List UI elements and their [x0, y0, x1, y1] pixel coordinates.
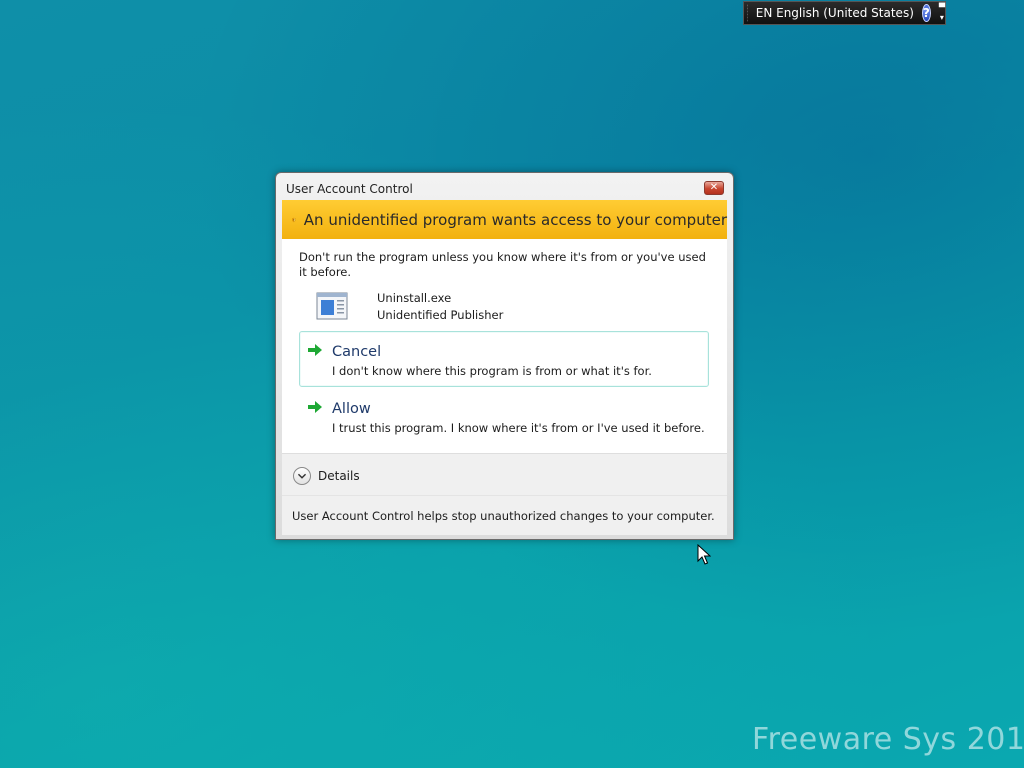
- options-arrow-glyph: ▾: [939, 13, 944, 22]
- shield-warning-icon: [292, 217, 296, 222]
- cancel-button[interactable]: Cancel I don't know where this program i…: [299, 331, 709, 387]
- chevron-down-icon[interactable]: [293, 467, 311, 485]
- green-arrow-icon: [308, 401, 322, 413]
- program-name: Uninstall.exe: [377, 291, 452, 305]
- program-icon: [316, 292, 348, 320]
- warning-text: Don't run the program unless you know wh…: [299, 250, 706, 279]
- details-toggle[interactable]: Details: [282, 453, 727, 495]
- cancel-description: I don't know where this program is from …: [332, 364, 652, 378]
- input-language-label[interactable]: EN English (United States): [756, 6, 914, 20]
- dialog-titlebar[interactable]: User Account Control ✕: [276, 173, 733, 199]
- help-icon[interactable]: ?: [921, 4, 931, 22]
- warning-banner: An unidentified program wants access to …: [282, 200, 727, 239]
- dialog-headline: An unidentified program wants access to …: [303, 210, 727, 229]
- close-icon: ✕: [709, 182, 719, 193]
- allow-button[interactable]: Allow I trust this program. I know where…: [299, 388, 709, 444]
- close-button[interactable]: ✕: [704, 181, 724, 195]
- cancel-title: Cancel: [332, 344, 382, 360]
- uac-dialog: User Account Control ✕ An unidentified p…: [275, 172, 734, 540]
- options-dash-glyph: ▀: [938, 3, 945, 12]
- watermark-text: Freeware Sys 2014: [752, 722, 1024, 757]
- dialog-content: Don't run the program unless you know wh…: [282, 239, 727, 453]
- dialog-footer: User Account Control helps stop unauthor…: [282, 495, 727, 535]
- mouse-cursor-icon: [697, 544, 711, 565]
- language-bar[interactable]: EN English (United States) ? ▀ ▾: [743, 1, 946, 25]
- language-bar-grip[interactable]: [747, 4, 748, 22]
- language-bar-options-icon[interactable]: ▀ ▾: [939, 4, 945, 22]
- allow-description: I trust this program. I know where it's …: [332, 421, 705, 435]
- allow-title: Allow: [332, 401, 371, 417]
- footer-text: User Account Control helps stop unauthor…: [292, 509, 715, 523]
- green-arrow-icon: [308, 344, 322, 356]
- details-label[interactable]: Details: [318, 469, 360, 483]
- dialog-title: User Account Control: [286, 182, 413, 196]
- program-publisher: Unidentified Publisher: [377, 308, 504, 322]
